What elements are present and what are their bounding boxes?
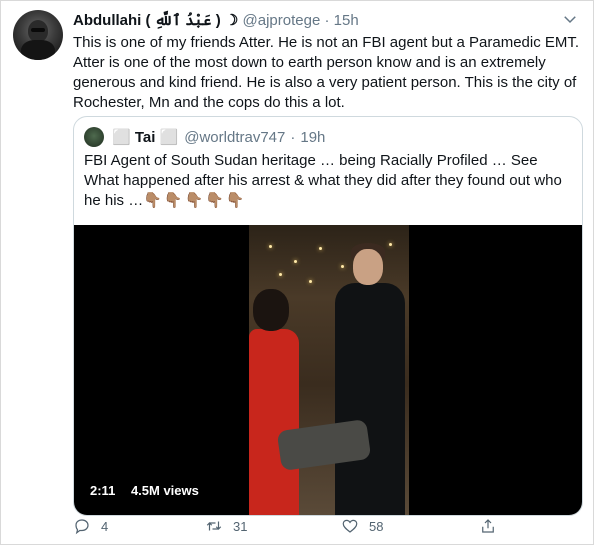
like-count: 58	[369, 518, 384, 534]
avatar-sunglasses	[31, 28, 45, 32]
tweet-card[interactable]: Abdullahi ( عَبْدُ ٱللَّهِ ) ☽ @ajproteg…	[0, 0, 594, 545]
officer-figure	[335, 283, 405, 515]
tweet-text: This is one of my friends Atter. He is n…	[73, 34, 580, 111]
tweet-time[interactable]: 15h	[334, 12, 359, 29]
quoted-author-handle: @worldtrav747	[184, 128, 286, 146]
share-icon	[482, 519, 494, 533]
share-button[interactable]	[479, 517, 507, 535]
tweet-header: Abdullahi ( عَبْدُ ٱللَّهِ ) ☽ @ajproteg…	[73, 11, 359, 29]
string-light	[309, 280, 312, 283]
video-frame	[249, 225, 409, 515]
quoted-tweet-text-block: FBI Agent of South Sudan heritage … bein…	[84, 151, 574, 211]
separator-dot: ·	[290, 128, 296, 146]
like-button[interactable]: 58	[341, 517, 383, 535]
heart-icon	[342, 519, 358, 533]
author-handle[interactable]: @ajprotege	[243, 12, 321, 29]
reply-button[interactable]: 4	[73, 517, 108, 535]
man-head	[253, 289, 289, 331]
string-light	[269, 245, 272, 248]
retweet-icon	[206, 521, 222, 531]
retweet-count: 31	[233, 518, 248, 534]
chevron-down-icon[interactable]	[561, 10, 579, 28]
avatar[interactable]	[13, 10, 63, 60]
quoted-author-name: ⬜ Tai ⬜	[112, 129, 179, 146]
reply-count: 4	[101, 518, 109, 534]
pointing-down-emoji: 👇🏽👇🏽👇🏽👇🏽👇🏽	[143, 192, 247, 209]
quoted-avatar	[84, 127, 104, 147]
retweet-button[interactable]: 31	[205, 517, 247, 535]
author-name[interactable]: Abdullahi ( عَبْدُ ٱللَّهِ ) ☽	[73, 12, 238, 29]
string-light	[389, 243, 392, 246]
quoted-tweet-header: ⬜ Tai ⬜ @worldtrav747 · 19h	[84, 127, 325, 147]
action-bar: 4 31 58	[73, 517, 503, 541]
string-light	[341, 265, 344, 268]
man-red-shirt	[249, 329, 299, 515]
quoted-tweet[interactable]: ⬜ Tai ⬜ @worldtrav747 · 19h FBI Agent of…	[73, 116, 583, 516]
string-light	[294, 260, 297, 263]
video-info: 2:11 4.5M views	[90, 483, 211, 498]
avatar-body	[21, 40, 55, 60]
reply-icon	[75, 519, 89, 535]
string-light	[319, 247, 322, 250]
video-player[interactable]: 2:11 4.5M views	[74, 225, 582, 515]
separator-dot: ·	[324, 12, 330, 29]
video-views: 4.5M views	[130, 483, 199, 498]
quoted-tweet-time: 19h	[300, 128, 326, 146]
string-light	[279, 273, 282, 276]
video-duration: 2:11	[90, 483, 116, 498]
officer-head	[353, 249, 383, 285]
